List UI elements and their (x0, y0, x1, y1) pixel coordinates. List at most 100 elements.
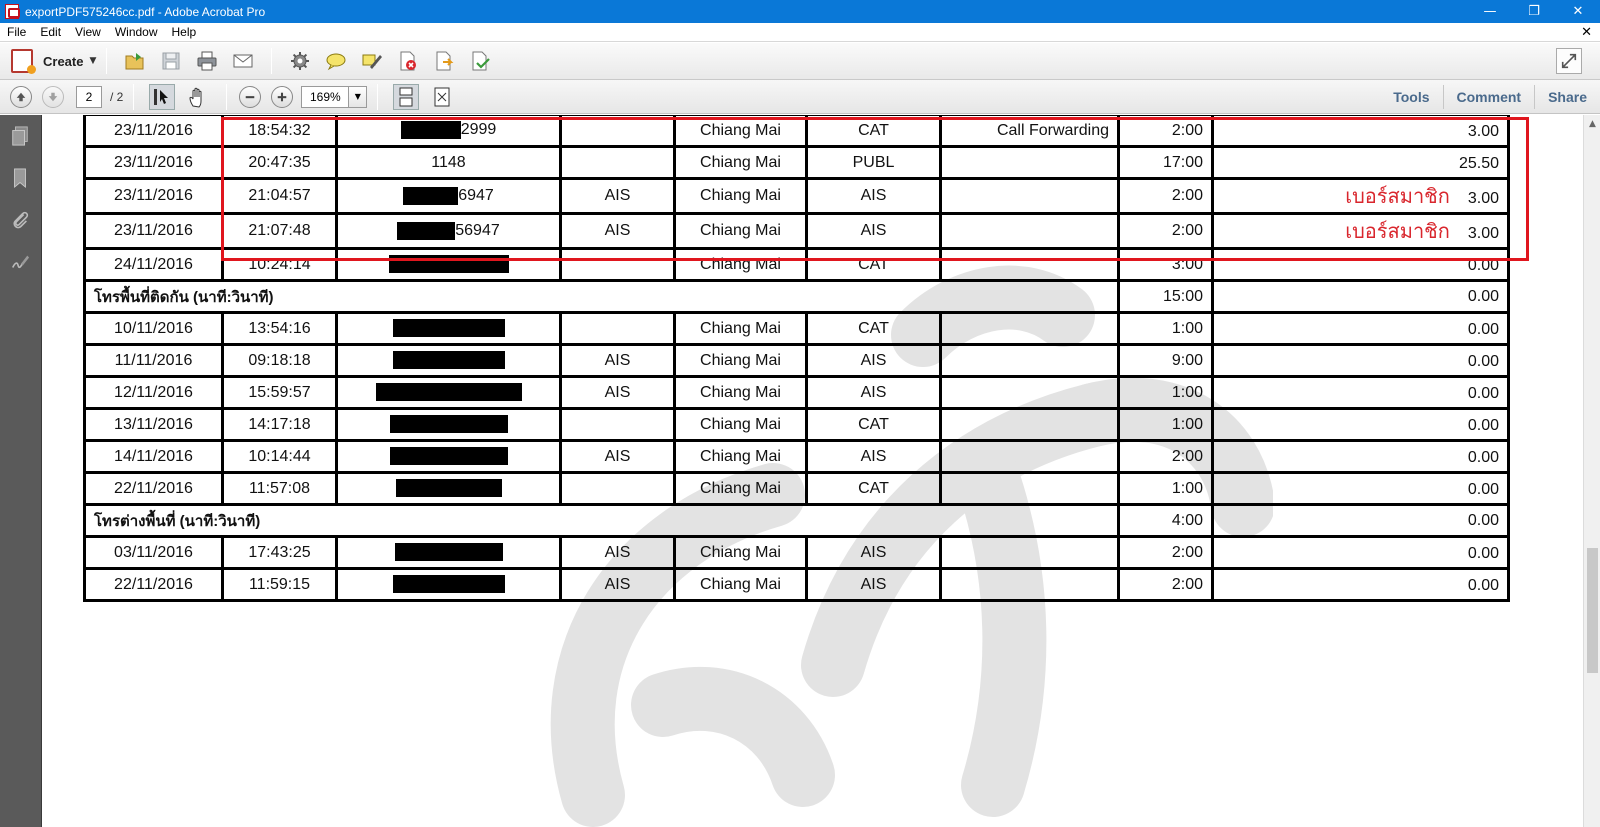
date-cell: 22/11/2016 (83, 567, 224, 602)
page-thumbnails-icon[interactable] (8, 123, 32, 149)
create-pdf-icon (11, 49, 36, 74)
document-view[interactable]: 23/11/2016 18:54:32 2999 Chiang Mai CAT Call … (43, 115, 1583, 827)
phone-number-cell (335, 567, 562, 602)
zoom-out-button[interactable] (239, 85, 262, 108)
toolbar-divider (271, 48, 273, 74)
date-cell: 03/11/2016 (83, 535, 224, 570)
network-cell: CAT (805, 247, 942, 282)
service-cell (939, 247, 1120, 282)
attachments-icon[interactable] (8, 207, 32, 233)
comment-pane-link[interactable]: Comment (1442, 85, 1535, 109)
menu-view[interactable]: View (68, 25, 108, 39)
area-cell: Chiang Mai (673, 212, 808, 250)
phone-number-text: 2999 (460, 121, 497, 139)
redaction-bar (388, 255, 509, 274)
comment-icon[interactable] (323, 48, 349, 74)
next-page-button[interactable] (42, 85, 64, 108)
call-detail-table-wrapper: 23/11/2016 18:54:32 2999 Chiang Mai CAT Call … (83, 115, 1510, 602)
network-cell: AIS (805, 439, 942, 474)
duration-cell: 9:00 (1117, 343, 1214, 378)
panel-links: Tools Comment Share (1380, 80, 1600, 114)
section-row: โทรต่างพื้นที่ (นาที:วินาที) 4:00 0.00 (83, 503, 1510, 538)
duration-cell: 2:00 (1117, 439, 1214, 474)
menu-help[interactable]: Help (165, 25, 204, 39)
fit-page-icon[interactable] (429, 84, 455, 110)
previous-page-button[interactable] (10, 85, 32, 108)
select-tool-icon[interactable] (149, 83, 176, 110)
toolbar-divider (106, 48, 108, 74)
plus-icon (278, 92, 287, 101)
duration-cell: 1:00 (1117, 471, 1214, 506)
date-cell: 14/11/2016 (83, 439, 224, 474)
section-label: โทรพื้นที่ติดกัน (นาที:วินาที) (83, 279, 1120, 314)
export-page-icon[interactable] (431, 48, 457, 74)
insert-page-icon[interactable] (467, 48, 493, 74)
area-cell: Chiang Mai (673, 145, 808, 180)
amount-cell: 0.00 (1211, 247, 1510, 282)
time-cell: 11:59:15 (221, 567, 338, 602)
vertical-scrollbar[interactable]: ▲ (1583, 115, 1600, 827)
zoom-in-button[interactable] (271, 85, 294, 108)
redaction-bar (392, 351, 505, 370)
area-cell: Chiang Mai (673, 177, 808, 215)
amount-cell: 0.00 (1211, 311, 1510, 346)
scroll-up-arrow-icon[interactable]: ▲ (1584, 119, 1600, 133)
highlight-pen-icon[interactable] (359, 48, 385, 74)
time-cell: 17:43:25 (221, 535, 338, 570)
amount-value: 3.00 (1467, 123, 1499, 140)
full-screen-button[interactable] (1556, 48, 1582, 74)
phone-number-cell (335, 247, 562, 282)
table-row: 24/11/2016 10:24:14 Chiang Mai CAT 3:00 0.00 (83, 247, 1510, 282)
print-icon[interactable] (194, 48, 220, 74)
table-row: 03/11/2016 17:43:25 AIS Chiang Mai AIS 2:00 0.… (83, 535, 1510, 570)
close-window-button[interactable]: ✕ (1556, 0, 1600, 23)
zoom-selector[interactable]: 169% ▼ (301, 85, 368, 108)
network-cell: CAT (805, 115, 942, 148)
area-cell: Chiang Mai (673, 375, 808, 410)
member-number-note: เบอร์สมาชิก (1345, 186, 1450, 208)
network-cell: AIS (805, 212, 942, 250)
toolbar-divider (226, 83, 228, 110)
network-cell: AIS (805, 343, 942, 378)
zoom-level-input[interactable]: 169% (301, 85, 350, 108)
signatures-icon[interactable] (8, 249, 32, 275)
minimize-button[interactable]: — (1468, 0, 1512, 23)
page-number-input[interactable]: 2 (76, 85, 102, 108)
page-total: / 2 (110, 89, 124, 104)
operator-cell: AIS (559, 567, 676, 602)
save-icon[interactable] (158, 48, 184, 74)
service-cell: Call Forwarding (939, 115, 1120, 148)
open-folder-icon[interactable] (122, 48, 148, 74)
area-cell: Chiang Mai (673, 439, 808, 474)
amount-cell: เบอร์สมาชิก 3.00 (1211, 212, 1510, 250)
close-document-button[interactable]: ✕ (1581, 23, 1592, 42)
email-icon[interactable] (230, 48, 256, 74)
service-cell (939, 177, 1120, 215)
section-label: โทรต่างพื้นที่ (นาที:วินาที) (83, 503, 1120, 538)
scroll-thumb[interactable] (1587, 548, 1598, 673)
duration-cell: 2:00 (1117, 535, 1214, 570)
menu-window[interactable]: Window (108, 25, 165, 39)
restore-button[interactable]: ❐ (1512, 0, 1556, 23)
tools-pane-link[interactable]: Tools (1380, 85, 1442, 109)
chevron-down-icon: ▼ (89, 56, 97, 66)
share-pane-link[interactable]: Share (1534, 85, 1600, 109)
scrolling-mode-icon[interactable] (393, 83, 420, 110)
menu-edit[interactable]: Edit (33, 25, 68, 39)
chevron-down-icon[interactable]: ▼ (349, 85, 368, 108)
hand-tool-icon[interactable] (185, 84, 211, 110)
menu-file[interactable]: File (0, 25, 33, 39)
redaction-bar (394, 543, 503, 562)
date-cell: 23/11/2016 (83, 212, 224, 250)
bookmarks-icon[interactable] (8, 165, 32, 191)
amount-value: 0.00 (1467, 417, 1499, 434)
redaction-bar (392, 575, 505, 594)
duration-cell: 15:00 (1117, 279, 1214, 314)
member-number-note: เบอร์สมาชิก (1345, 221, 1450, 243)
delete-page-icon[interactable] (395, 48, 421, 74)
amount-value: 0.00 (1467, 385, 1499, 402)
gear-icon[interactable] (287, 48, 313, 74)
phone-number-cell (335, 535, 562, 570)
area-cell: Chiang Mai (673, 311, 808, 346)
create-button[interactable]: Create ▼ (11, 46, 96, 76)
